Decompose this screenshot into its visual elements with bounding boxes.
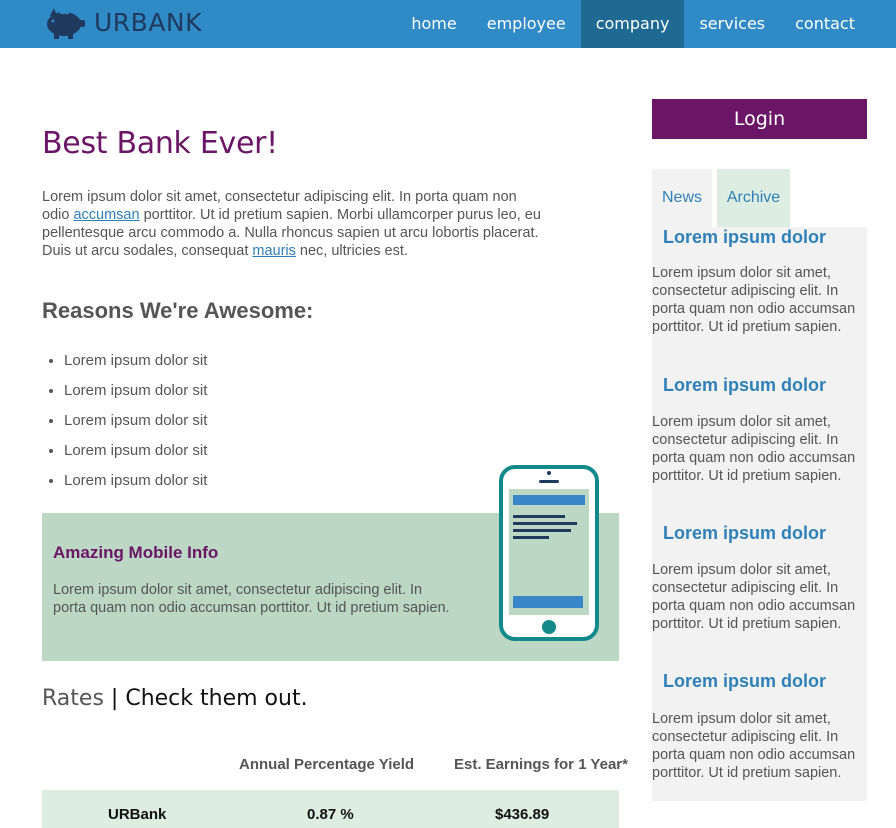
- brand-name: URBANK: [94, 7, 203, 37]
- logo[interactable]: URBANK: [42, 2, 202, 42]
- nav-home[interactable]: home: [396, 0, 471, 48]
- intro-text-3: nec, ultricies est.: [295, 243, 408, 259]
- rates-subtitle: Check them out.: [125, 686, 308, 711]
- news-item-text: Lorem ipsum dolor sit amet, consectetur …: [652, 562, 856, 632]
- apy-cell: 0.87 %: [307, 806, 354, 823]
- news-panel: Lorem ipsum dolor Lorem ipsum dolor sit …: [652, 227, 867, 801]
- piggy-bank-icon: [47, 8, 85, 39]
- rates-heading: Rates | Check them out.: [42, 686, 308, 711]
- earnings-cell: $436.89: [495, 806, 550, 823]
- earnings-column-header: Est. Earnings for 1 Year*: [454, 756, 628, 773]
- news-item-text: Lorem ipsum dolor sit amet, consectetur …: [652, 265, 856, 335]
- mobile-info-text: Lorem ipsum dolor sit amet, consectetur …: [53, 582, 450, 616]
- nav-employee[interactable]: employee: [472, 0, 581, 48]
- list-item: Lorem ipsum dolor sit: [64, 352, 207, 382]
- intro-paragraph: Lorem ipsum dolor sit amet, consectetur …: [42, 188, 542, 260]
- news-item-text: Lorem ipsum dolor sit amet, consectetur …: [652, 711, 856, 781]
- mobile-info-title: Amazing Mobile Info: [53, 543, 219, 562]
- list-item: Lorem ipsum dolor sit: [64, 412, 207, 442]
- reasons-list: Lorem ipsum dolor sit Lorem ipsum dolor …: [42, 352, 207, 502]
- bank-cell: URBank: [108, 806, 167, 823]
- rates-title: Rates: [42, 686, 104, 711]
- main-nav: home employee company services contact: [396, 0, 870, 48]
- news-item-title[interactable]: Lorem ipsum dolor: [663, 523, 826, 544]
- table-row: URBank 0.87 % $436.89: [42, 790, 619, 828]
- list-item: Lorem ipsum dolor sit: [64, 442, 207, 472]
- tab-news[interactable]: News: [652, 169, 712, 227]
- list-item: Lorem ipsum dolor sit: [64, 382, 207, 412]
- nav-contact[interactable]: contact: [780, 0, 870, 48]
- page-title: Best Bank Ever!: [42, 126, 278, 161]
- smartphone-icon: [499, 465, 599, 641]
- list-item: Lorem ipsum dolor sit: [64, 472, 207, 502]
- news-item-title[interactable]: Lorem ipsum dolor: [663, 227, 826, 248]
- reasons-heading: Reasons We're Awesome:: [42, 298, 314, 323]
- apy-column-header: Annual Percentage Yield: [239, 756, 415, 773]
- mauris-link[interactable]: mauris: [252, 243, 296, 259]
- login-button[interactable]: Login: [652, 99, 867, 139]
- news-item-title[interactable]: Lorem ipsum dolor: [663, 671, 826, 692]
- accumsan-link[interactable]: accumsan: [73, 207, 139, 223]
- rates-separator: |: [110, 686, 119, 711]
- nav-company[interactable]: company: [580, 0, 685, 48]
- nav-services[interactable]: services: [684, 0, 780, 48]
- news-item-text: Lorem ipsum dolor sit amet, consectetur …: [652, 414, 856, 484]
- news-item-title[interactable]: Lorem ipsum dolor: [663, 375, 826, 396]
- tab-archive[interactable]: Archive: [717, 169, 790, 227]
- site-header: URBANK home employee company services co…: [0, 0, 896, 48]
